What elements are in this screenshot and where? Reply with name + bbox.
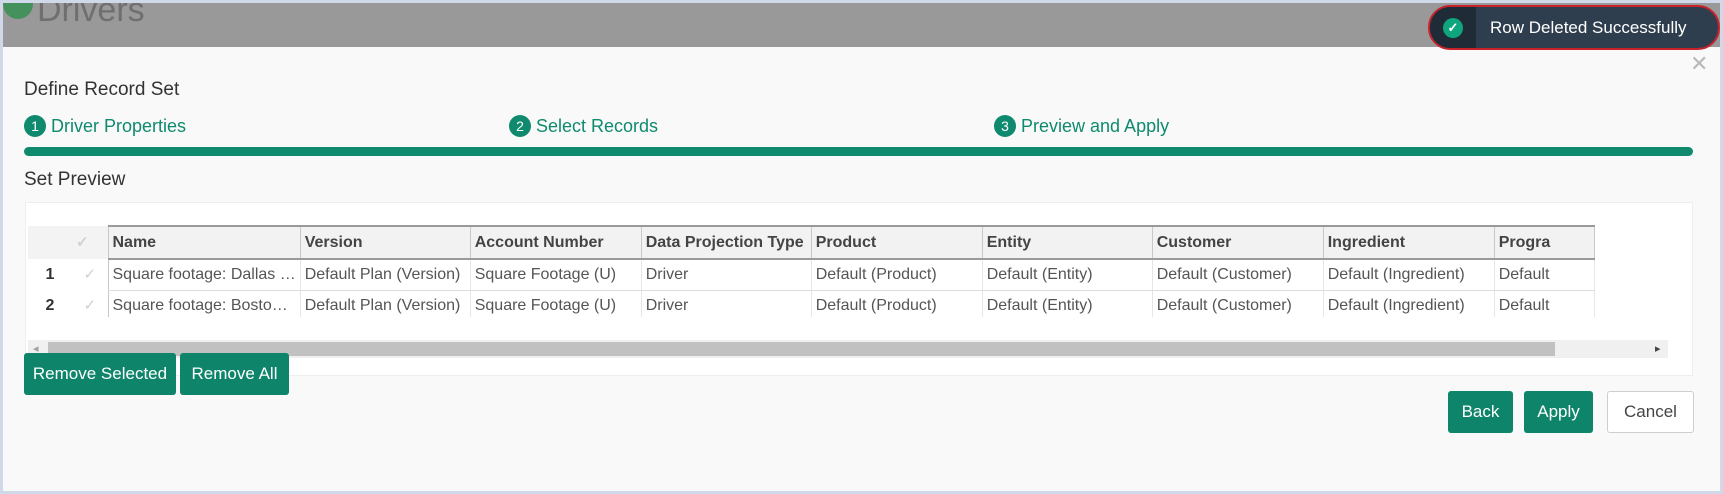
cell-program: Default	[1494, 290, 1595, 317]
row-deleted-toast: ✓ Row Deleted Successfully	[1428, 5, 1720, 50]
apply-button[interactable]: Apply	[1524, 391, 1593, 433]
scroll-right-icon[interactable]: ▸	[1655, 341, 1661, 357]
cell-program: Default	[1494, 259, 1595, 291]
step-number-badge: 2	[509, 115, 531, 137]
cancel-button[interactable]: Cancel	[1607, 391, 1694, 433]
cell-name: Square footage: Bosto…	[107, 290, 301, 317]
set-preview-title: Set Preview	[24, 169, 126, 190]
step-label: Preview and Apply	[1021, 115, 1170, 136]
row-checkbox[interactable]: ✓	[72, 290, 108, 317]
step-select-records[interactable]: 2 Select Records	[509, 115, 658, 137]
column-header-ingredient[interactable]: Ingredient	[1322, 225, 1495, 260]
column-header-data-projection-type[interactable]: Data Projection Type	[640, 225, 812, 260]
table-row[interactable]: 2 ✓ Square footage: Bosto… Default Plan …	[28, 290, 1595, 317]
column-header-version[interactable]: Version	[299, 225, 471, 260]
cell-product: Default (Product)	[811, 290, 983, 317]
row-checkbox[interactable]: ✓	[72, 259, 108, 290]
set-preview-grid: ✓ Name Version Account Number Data Proje…	[25, 202, 1693, 376]
define-record-set-dialog: ✕ Define Record Set 1 Driver Properties …	[3, 47, 1720, 491]
toast-icon-container: ✓	[1430, 7, 1476, 48]
cell-data-projection-type: Driver	[641, 259, 812, 291]
column-header-program[interactable]: Progra	[1493, 225, 1595, 260]
column-header-customer[interactable]: Customer	[1151, 225, 1324, 260]
wizard-steps: 1 Driver Properties 2 Select Records 3 P…	[24, 115, 1694, 137]
column-header-entity[interactable]: Entity	[981, 225, 1153, 260]
cell-data-projection-type: Driver	[641, 290, 812, 317]
preview-table: ✓ Name Version Account Number Data Proje…	[28, 225, 1595, 317]
column-header-product[interactable]: Product	[810, 225, 983, 260]
checkmark-icon: ✓	[76, 234, 89, 251]
toast-message: Row Deleted Successfully	[1490, 17, 1687, 37]
select-all-checkbox[interactable]: ✓	[72, 226, 108, 259]
table-header-row: ✓ Name Version Account Number Data Proje…	[28, 225, 1595, 260]
background-page-title: Drivers	[37, 3, 145, 29]
cell-version: Default Plan (Version)	[300, 259, 471, 291]
table-row[interactable]: 1 ✓ Square footage: Dallas … Default Pla…	[28, 259, 1595, 291]
cell-product: Default (Product)	[811, 259, 983, 291]
cell-entity: Default (Entity)	[982, 290, 1153, 317]
checkmark-icon: ✓	[83, 266, 97, 283]
remove-all-button[interactable]: Remove All	[180, 353, 289, 395]
step-number-badge: 1	[24, 115, 46, 137]
cell-account-number: Square Footage (U)	[470, 290, 642, 317]
step-label: Select Records	[536, 115, 659, 136]
remove-selected-button[interactable]: Remove Selected	[24, 353, 176, 395]
cell-ingredient: Default (Ingredient)	[1323, 290, 1495, 317]
row-number-header	[28, 226, 72, 259]
close-icon[interactable]: ✕	[1690, 53, 1708, 75]
cell-version: Default Plan (Version)	[300, 290, 471, 317]
grid-viewport: ✓ Name Version Account Number Data Proje…	[28, 225, 1668, 317]
cell-entity: Default (Entity)	[982, 259, 1153, 291]
column-header-account-number[interactable]: Account Number	[469, 225, 642, 260]
step-label: Driver Properties	[51, 115, 187, 136]
step-driver-properties[interactable]: 1 Driver Properties	[24, 115, 186, 137]
cell-ingredient: Default (Ingredient)	[1323, 259, 1495, 291]
cell-customer: Default (Customer)	[1152, 290, 1324, 317]
checkmark-icon: ✓	[83, 297, 97, 314]
row-number: 2	[45, 296, 55, 314]
dialog-title: Define Record Set	[24, 79, 180, 100]
back-button[interactable]: Back	[1448, 391, 1513, 433]
row-number: 1	[45, 265, 55, 283]
cell-name: Square footage: Dallas …	[107, 259, 301, 291]
cell-customer: Default (Customer)	[1152, 259, 1324, 291]
step-preview-and-apply[interactable]: 3 Preview and Apply	[994, 115, 1169, 137]
cell-account-number: Square Footage (U)	[470, 259, 642, 291]
check-circle-icon: ✓	[1443, 17, 1463, 38]
step-number-badge: 3	[994, 115, 1016, 137]
wizard-progress-bar	[24, 147, 1693, 156]
column-header-name[interactable]: Name	[107, 225, 301, 260]
app-logo-icon	[3, 3, 33, 19]
